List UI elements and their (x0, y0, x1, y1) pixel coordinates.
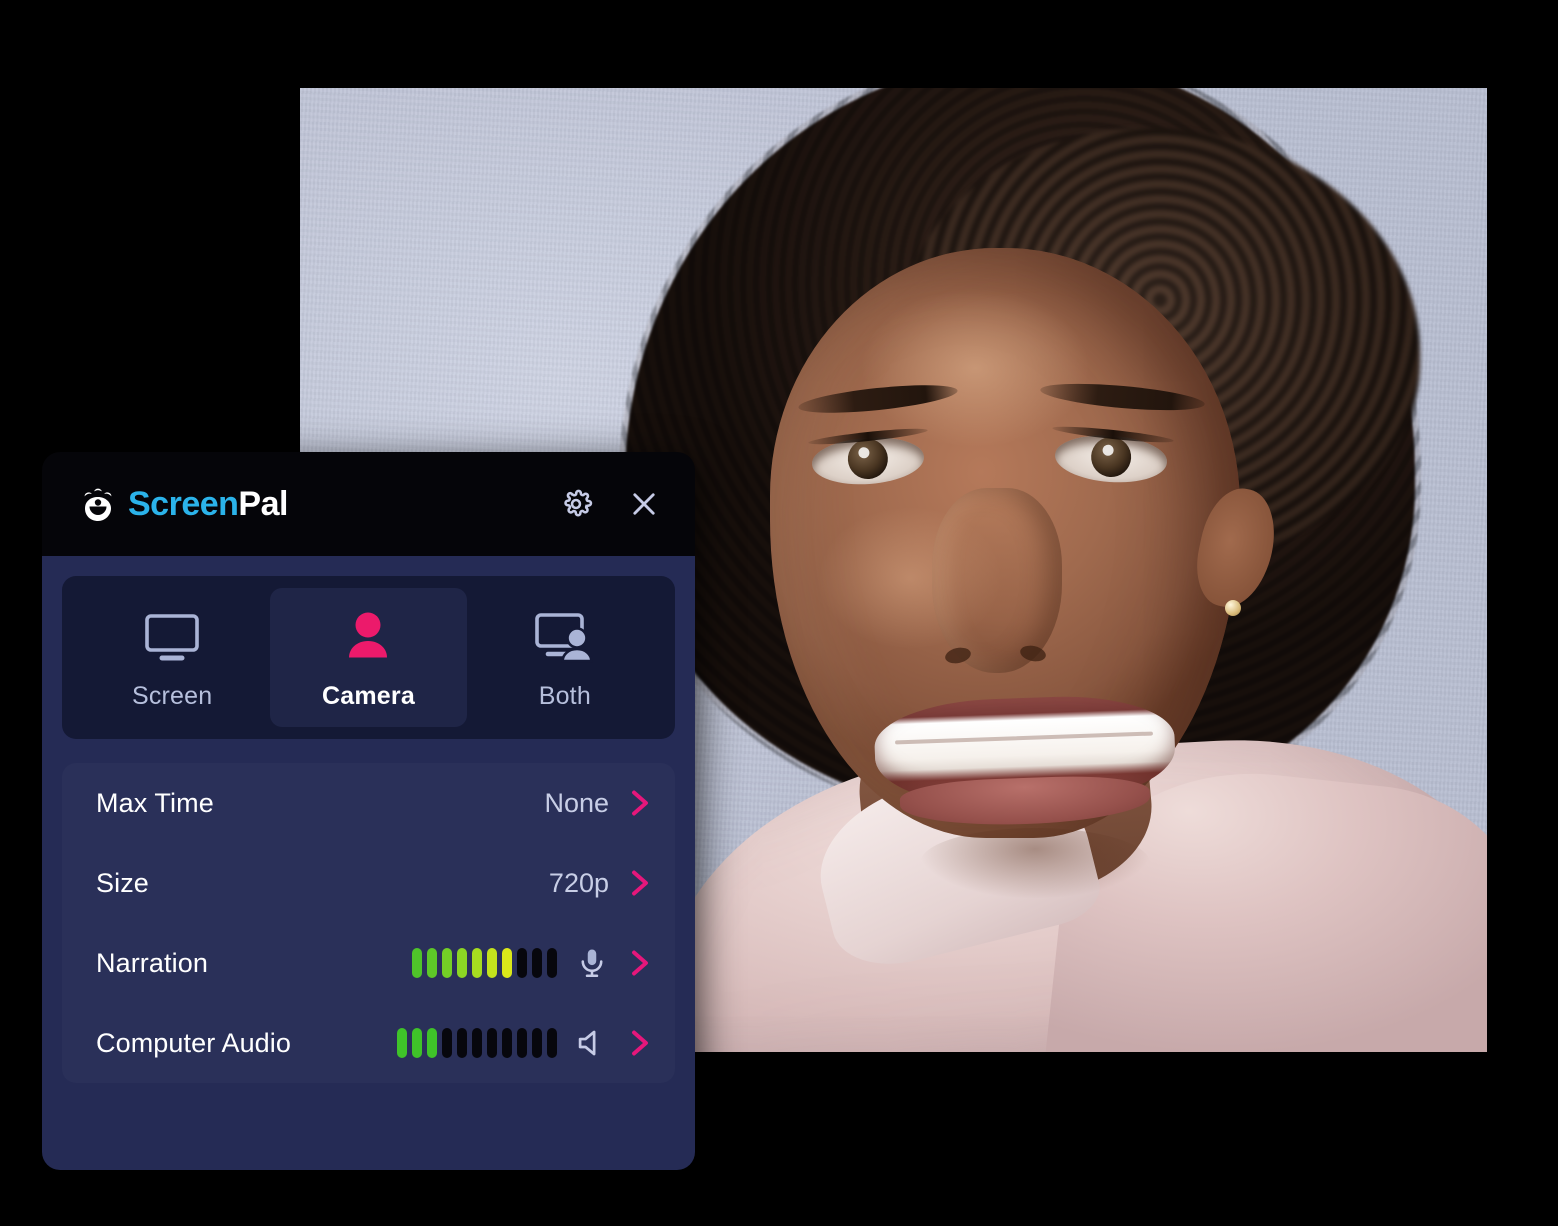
level-bar (442, 948, 452, 978)
monitor-icon (140, 610, 204, 666)
panel-header: ScreenPal (42, 452, 695, 556)
level-bar (397, 1028, 407, 1058)
settings-row-computer-audio[interactable]: Computer Audio (62, 1003, 675, 1083)
preview-earring (1225, 600, 1241, 616)
level-bar (517, 948, 527, 978)
level-bar (472, 948, 482, 978)
monitor-person-icon (532, 610, 598, 666)
settings-list: Max Time None Size 720p Narration Comput… (62, 763, 675, 1083)
level-bar (517, 1028, 527, 1058)
mode-label-camera: Camera (322, 682, 415, 710)
level-bar (502, 948, 512, 978)
level-bar (487, 1028, 497, 1058)
brand-word-screen: Screen (128, 485, 239, 523)
preview-chin-shadow (920, 828, 1150, 898)
preview-iris-left (846, 437, 890, 481)
chevron-right-icon[interactable] (627, 868, 653, 898)
level-bar (532, 1028, 542, 1058)
gear-icon[interactable] (559, 487, 593, 521)
mode-tile-screen[interactable]: Screen (74, 588, 270, 727)
close-icon[interactable] (627, 487, 661, 521)
speaker-icon[interactable] (575, 1026, 609, 1060)
settings-label-computer-audio: Computer Audio (96, 1027, 292, 1058)
person-icon (336, 610, 400, 666)
chevron-right-icon[interactable] (627, 1028, 653, 1058)
level-bar (487, 948, 497, 978)
settings-row-right: 720p (549, 868, 653, 899)
level-bar (412, 1028, 422, 1058)
mode-label-both: Both (538, 682, 591, 710)
mode-label-screen: Screen (131, 682, 213, 710)
settings-value-size: 720p (548, 867, 609, 898)
brand-wordmark: ScreenPal (128, 487, 288, 521)
chevron-right-icon[interactable] (627, 948, 653, 978)
chevron-right-icon[interactable] (627, 788, 653, 818)
brand-word-pal: Pal (238, 485, 288, 523)
settings-row-right: None (544, 788, 653, 819)
level-bar (502, 1028, 512, 1058)
mode-tile-both[interactable]: Both (467, 588, 663, 727)
settings-label-max-time: Max Time (96, 787, 214, 818)
preview-forehead-highlight (860, 288, 1090, 448)
preview-iris-right (1089, 435, 1133, 479)
settings-value-max-time: None (544, 787, 609, 818)
settings-row-right (397, 1026, 653, 1060)
level-bar (457, 1028, 467, 1058)
settings-label-narration: Narration (96, 947, 208, 978)
level-bar (442, 1028, 452, 1058)
recorder-panel: ScreenPal Screen Camera Both Max Time No… (42, 452, 695, 1170)
settings-row-narration[interactable]: Narration (62, 923, 675, 1003)
panel-body: Screen Camera Both Max Time None Size 72… (42, 556, 695, 1170)
level-bar (427, 1028, 437, 1058)
preview-nose (932, 488, 1062, 673)
level-bar (427, 948, 437, 978)
mode-tile-camera[interactable]: Camera (270, 588, 467, 727)
level-bar (472, 1028, 482, 1058)
level-bar (547, 948, 557, 978)
capture-mode-selector: Screen Camera Both (62, 576, 675, 739)
screenpal-logo-icon (84, 488, 112, 521)
settings-row-size[interactable]: Size 720p (62, 843, 675, 923)
settings-label-size: Size (96, 867, 149, 898)
computer-audio-level-meter (397, 1028, 557, 1058)
settings-row-max-time[interactable]: Max Time None (62, 763, 675, 843)
header-actions (559, 487, 661, 521)
brand-logo: ScreenPal (78, 484, 288, 524)
level-bar (457, 948, 467, 978)
settings-row-right (412, 946, 653, 980)
level-bar (412, 948, 422, 978)
level-bar (532, 948, 542, 978)
level-bar (547, 1028, 557, 1058)
microphone-icon[interactable] (575, 946, 609, 980)
narration-level-meter (412, 948, 557, 978)
